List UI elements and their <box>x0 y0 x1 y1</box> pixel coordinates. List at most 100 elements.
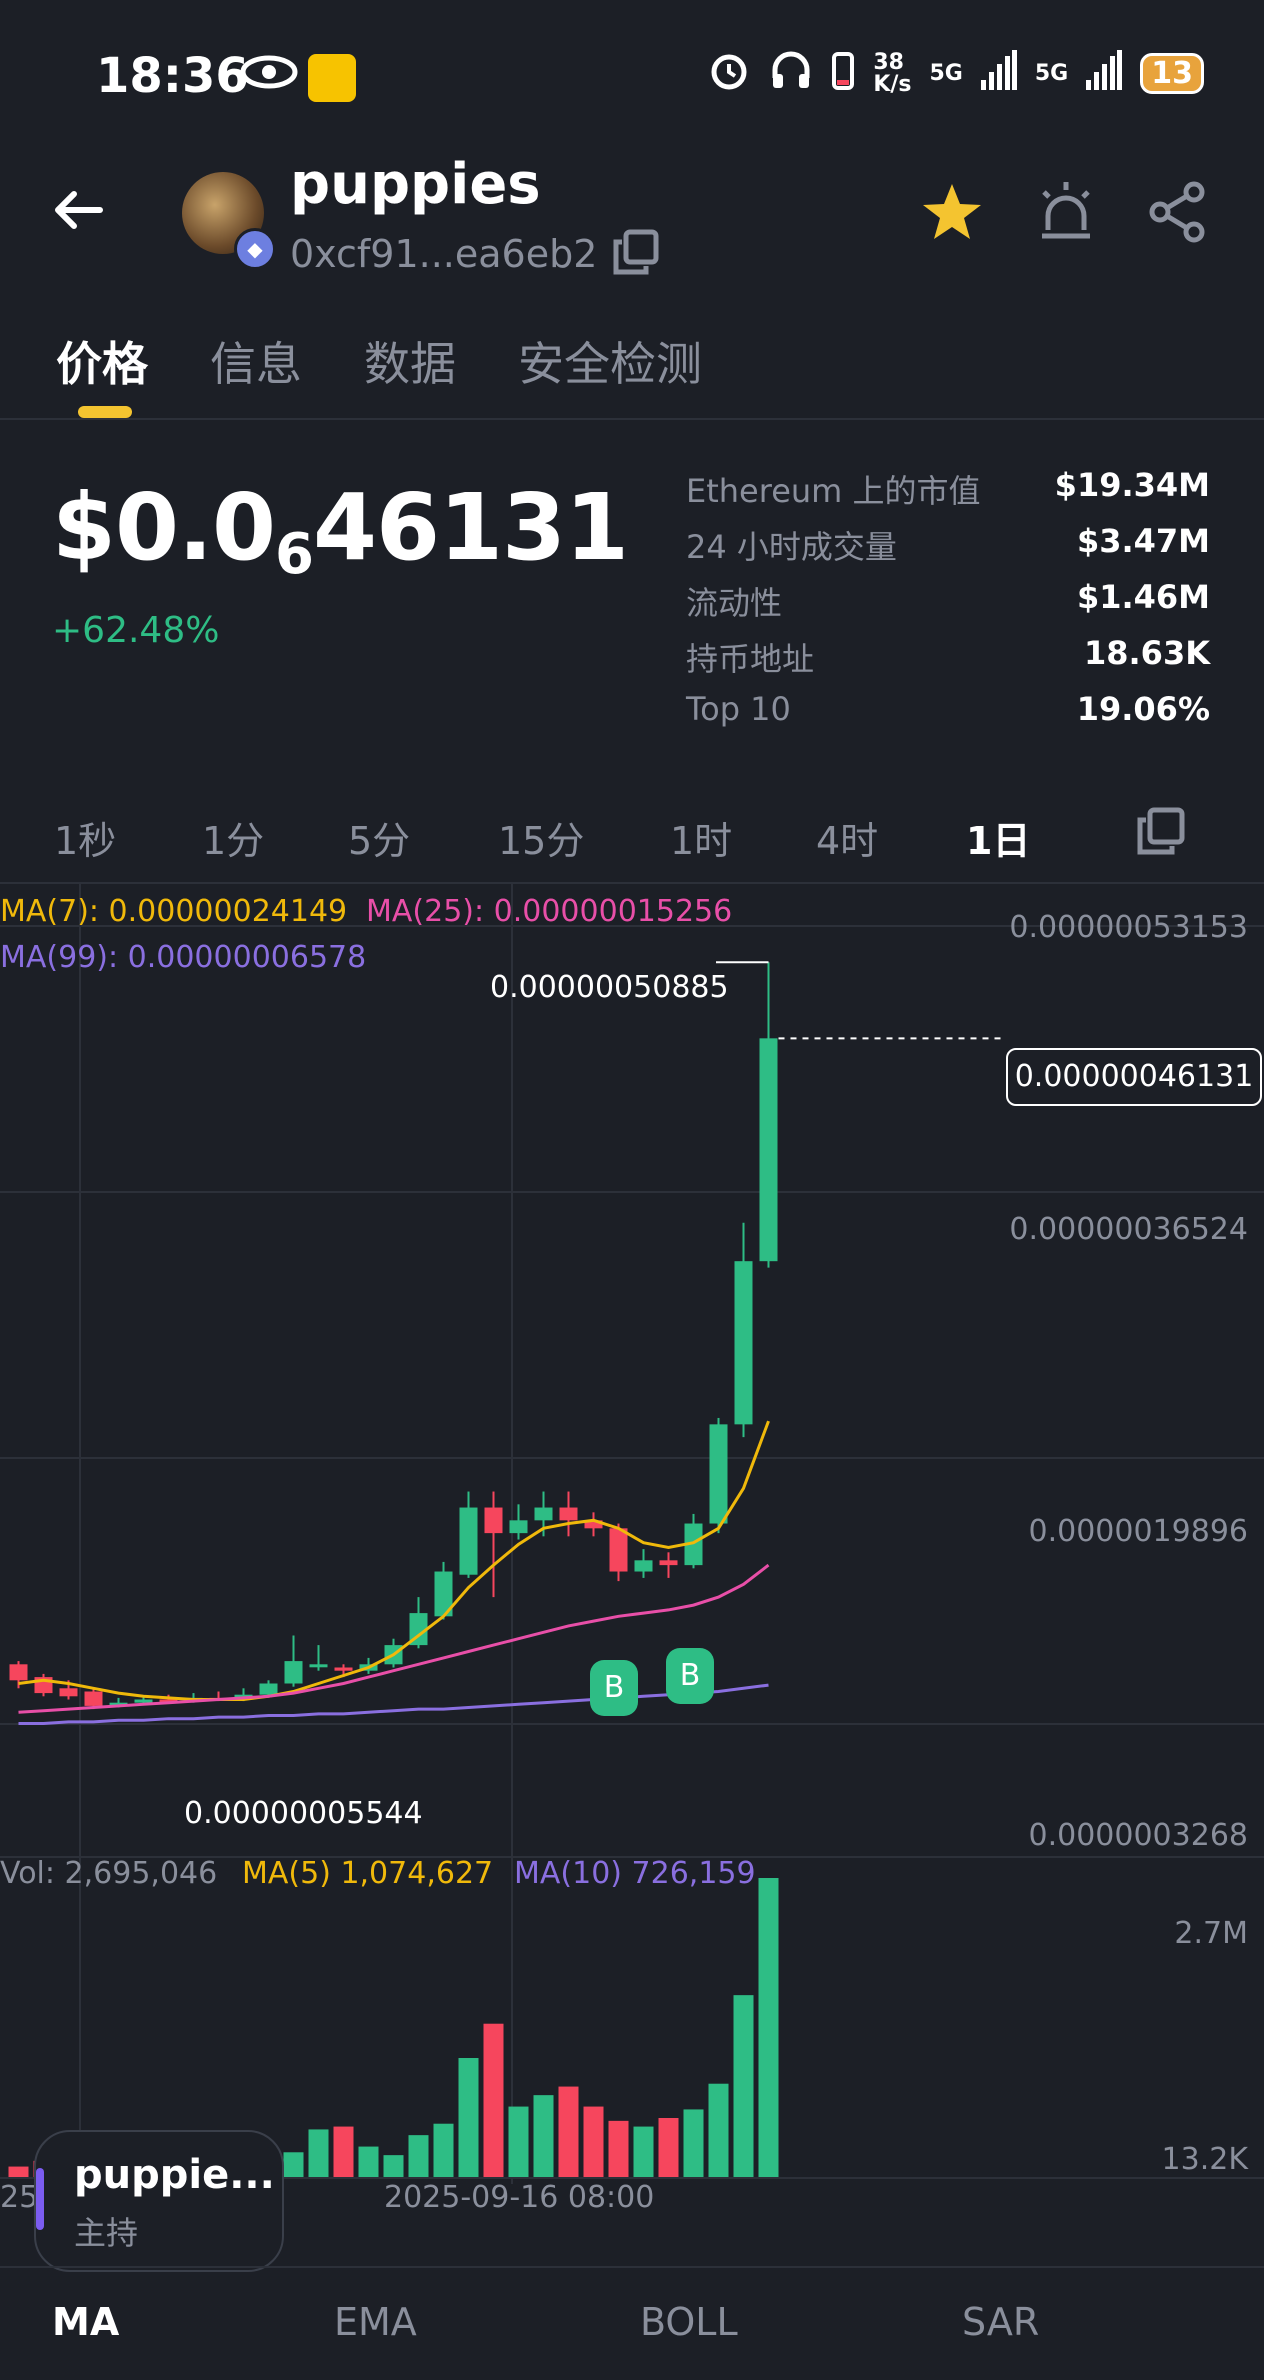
volume-bar <box>358 2146 379 2178</box>
interval-15m[interactable]: 15分 <box>498 810 584 865</box>
interval-1s[interactable]: 1秒 <box>54 810 116 865</box>
interval-1h[interactable]: 1时 <box>670 810 732 865</box>
volume-bar <box>533 2095 554 2178</box>
volume-bar <box>458 2058 479 2178</box>
ma25-legend: MA(25): 0.00000015256 <box>366 894 733 929</box>
y-axis-label: 0.0000019896 <box>1028 1514 1249 1549</box>
alert-siren-icon[interactable] <box>1034 180 1098 244</box>
active-tab-indicator <box>78 406 132 418</box>
candle-body <box>134 1699 153 1703</box>
token-name: puppies <box>290 152 541 217</box>
candle-body <box>509 1520 528 1534</box>
tab-price[interactable]: 价格 <box>56 328 148 394</box>
ethereum-chain-icon: ◆ <box>234 228 276 270</box>
current-price-tag: 0.00000046131 <box>1006 1048 1262 1106</box>
live-indicator-bar <box>36 2168 44 2230</box>
volume-bar <box>408 2135 429 2178</box>
low-price-label: 0.00000005544 <box>184 1796 423 1831</box>
volume-bar <box>433 2123 454 2178</box>
volume-ma10-legend: MA(10) 726,159 <box>514 1856 756 1891</box>
interval-1m[interactable]: 1分 <box>202 810 264 865</box>
stat-label: 24 小时成交量 <box>686 528 897 566</box>
live-host-subtitle: 主持 <box>74 2214 139 2252</box>
stat-row: 持币地址 18.63K <box>686 634 1210 690</box>
date-label: 2025-09-16 08:00 <box>384 2180 655 2215</box>
stat-row: 流动性 $1.46M <box>686 578 1210 634</box>
buy-marker[interactable]: B <box>666 1648 714 1704</box>
token-stats: Ethereum 上的市值 $19.34M 24 小时成交量 $3.47M 流动性 $… <box>686 466 1210 746</box>
signal-5g-1: 5G <box>929 61 963 86</box>
volume-axis-top: 2.7M <box>1174 1916 1248 1951</box>
status-time: 18:36 <box>96 48 249 104</box>
stat-label: Ethereum 上的市值 <box>686 472 981 510</box>
candle-body <box>284 1661 303 1684</box>
share-icon[interactable] <box>1146 180 1210 244</box>
ma99-legend: MA(99): 0.00000006578 <box>0 940 367 975</box>
tab-info[interactable]: 信息 <box>210 328 302 394</box>
headphones-icon <box>769 48 813 99</box>
interval-1d[interactable]: 1日 <box>966 810 1030 865</box>
candle-body <box>634 1560 653 1572</box>
indicator-sar[interactable]: SAR <box>962 2300 1039 2344</box>
net-speed: 38 K/s <box>873 49 912 97</box>
high-price-label: 0.00000050885 <box>490 970 729 1005</box>
net-speed-value: 38 <box>873 49 904 75</box>
stat-value: $19.34M <box>1054 466 1210 504</box>
current-price: $0.0646131 <box>52 474 629 587</box>
price-digits: 46131 <box>312 474 629 581</box>
stat-value: $1.46M <box>1076 578 1210 616</box>
candle-body <box>659 1560 678 1566</box>
candle-body <box>59 1688 78 1697</box>
tab-security-check[interactable]: 安全检测 <box>518 328 702 394</box>
stat-label: 持币地址 <box>686 640 815 678</box>
volume-bar <box>633 2126 654 2178</box>
stat-row: Top 10 19.06% <box>686 690 1210 746</box>
token-address: 0xcf91...ea6eb2 <box>290 232 598 276</box>
meituan-app-icon <box>308 54 356 102</box>
candle-body <box>309 1664 328 1668</box>
copy-address-icon[interactable] <box>612 228 660 276</box>
ma7-legend: MA(7): 0.00000024149 <box>0 894 348 929</box>
candle-body <box>609 1528 628 1572</box>
price-change: +62.48% <box>52 610 220 651</box>
candle-body <box>734 1261 753 1425</box>
y-axis-label: 0.00000053153 <box>1009 910 1248 945</box>
star-favorite-icon[interactable] <box>920 180 984 244</box>
volume-bar <box>658 2118 679 2178</box>
volume-bar <box>708 2083 729 2178</box>
candle-body <box>259 1683 278 1695</box>
interval-4h[interactable]: 4时 <box>816 810 878 865</box>
indicator-ema[interactable]: EMA <box>334 2300 417 2344</box>
indicator-divider <box>0 2266 1264 2268</box>
volume-bar <box>283 2152 304 2178</box>
price-zero-count: 6 <box>275 522 314 587</box>
candle-body <box>759 1038 778 1262</box>
back-arrow-icon[interactable] <box>48 180 108 240</box>
candle-body <box>534 1507 553 1521</box>
candle-body <box>484 1507 503 1534</box>
indicator-boll[interactable]: BOLL <box>640 2300 738 2344</box>
indicator-ma[interactable]: MA <box>52 2300 119 2344</box>
candle-body <box>84 1691 103 1706</box>
fullscreen-copy-icon[interactable] <box>1136 806 1186 860</box>
volume-ma5-legend: MA(5) 1,074,627 <box>242 1856 494 1891</box>
stat-value: 18.63K <box>1083 634 1210 672</box>
signal-5g-2: 5G <box>1034 61 1069 86</box>
tab-data[interactable]: 数据 <box>364 328 456 394</box>
volume-legend: Vol: 2,695,046 <box>0 1856 218 1891</box>
status-icons: 38 K/s 5G 5G 13 <box>707 48 1204 99</box>
eye-icon <box>240 54 298 94</box>
net-speed-unit: K/s <box>873 71 912 97</box>
price-prefix: $0.0 <box>52 474 276 581</box>
buy-marker[interactable]: B <box>590 1660 638 1716</box>
candle-body <box>9 1664 28 1681</box>
volume-axis-bottom: 13.2K <box>1161 2142 1248 2177</box>
phone-battery-icon <box>831 48 855 99</box>
volume-bar <box>383 2155 404 2178</box>
stat-value: 19.06% <box>1076 690 1210 728</box>
volume-bar <box>608 2120 629 2178</box>
battery-indicator: 13 <box>1140 53 1204 94</box>
candle-body <box>559 1507 578 1521</box>
interval-5m[interactable]: 5分 <box>348 810 410 865</box>
candle-body <box>334 1667 353 1671</box>
